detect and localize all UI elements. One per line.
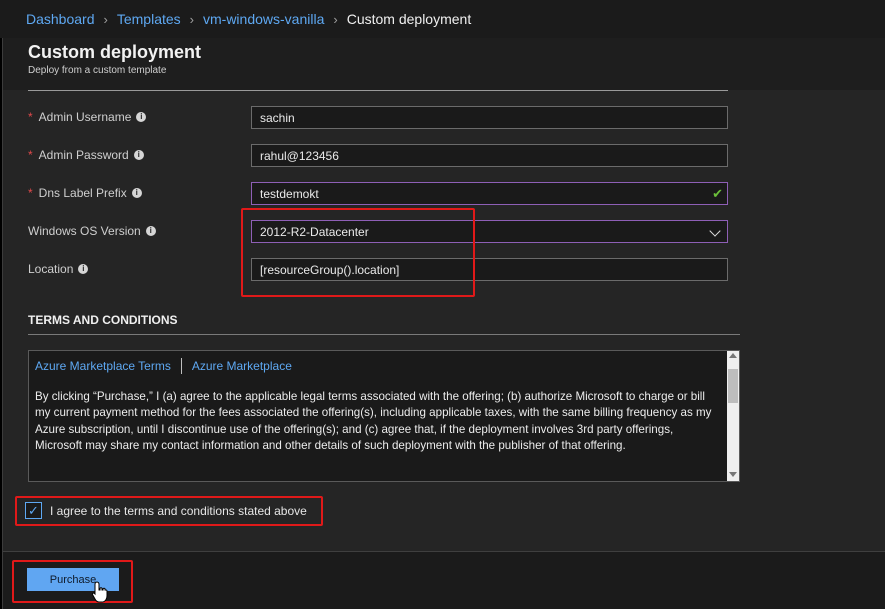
section-divider (28, 334, 740, 335)
scroll-up-arrow-icon[interactable] (729, 353, 737, 358)
chevron-right-icon: › (189, 11, 194, 27)
breadcrumb-current: Custom deployment (346, 11, 472, 27)
dns-label-prefix-input[interactable]: testdemokt ✔ (251, 182, 728, 205)
hand-cursor-icon (91, 581, 108, 603)
link-marketplace[interactable]: Azure Marketplace (192, 359, 292, 373)
chevron-right-icon: › (103, 11, 108, 27)
breadcrumb-dashboard[interactable]: Dashboard (26, 11, 95, 27)
info-icon[interactable]: i (136, 112, 147, 122)
scroll-thumb[interactable] (728, 369, 738, 403)
highlight-box-agree (15, 496, 323, 526)
windows-os-version-label-text: Windows OS Version (28, 224, 141, 238)
location-label: Location i (28, 262, 89, 276)
checkmark-icon: ✔ (712, 186, 723, 201)
required-marker: * (28, 110, 33, 124)
link-separator (180, 358, 182, 374)
dns-label-prefix-label: * Dns Label Prefix i (28, 186, 142, 200)
link-marketplace-terms[interactable]: Azure Marketplace Terms (35, 359, 171, 373)
chevron-right-icon: › (333, 11, 338, 27)
page-subtitle: Deploy from a custom template (28, 65, 167, 76)
breadcrumb-templates[interactable]: Templates (117, 11, 181, 27)
admin-password-value: rahul@123456 (260, 148, 339, 163)
admin-username-label: * Admin Username i (28, 110, 147, 124)
info-icon[interactable]: i (131, 188, 142, 198)
breadcrumb: Dashboard › Templates › vm-windows-vanil… (0, 0, 885, 38)
location-label-text: Location (28, 262, 74, 276)
admin-password-label: * Admin Password i (28, 148, 144, 162)
highlight-box-os-location (241, 208, 475, 297)
terms-box: Azure Marketplace Terms Azure Marketplac… (28, 350, 740, 482)
windows-os-version-label: Windows OS Version i (28, 224, 156, 238)
terms-links: Azure Marketplace Terms Azure Marketplac… (35, 358, 292, 374)
info-icon[interactable]: i (133, 150, 144, 160)
admin-password-label-text: Admin Password (38, 148, 129, 162)
required-marker: * (28, 148, 33, 162)
breadcrumb-template-name[interactable]: vm-windows-vanilla (203, 11, 324, 27)
blade-footer (3, 552, 885, 609)
dns-label-prefix-label-text: Dns Label Prefix (38, 186, 127, 200)
admin-password-input[interactable]: rahul@123456 (251, 144, 728, 167)
highlight-box-purchase (12, 560, 133, 603)
info-icon[interactable]: i (145, 226, 156, 236)
terms-heading: TERMS AND CONDITIONS (28, 313, 178, 327)
admin-username-value: sachin (260, 110, 295, 125)
terms-text: By clicking “Purchase,” I (a) agree to t… (35, 390, 712, 453)
dns-label-prefix-value: testdemokt (260, 186, 319, 201)
section-divider (28, 90, 728, 91)
custom-deployment-blade: Custom deployment Deploy from a custom t… (2, 38, 885, 609)
terms-scrollbar[interactable] (727, 351, 739, 481)
scroll-down-arrow-icon[interactable] (729, 472, 737, 477)
chevron-down-icon (709, 225, 721, 237)
admin-username-input[interactable]: sachin (251, 106, 728, 129)
blade-header: Custom deployment Deploy from a custom t… (3, 38, 885, 90)
page-title: Custom deployment (28, 42, 202, 62)
info-icon[interactable]: i (78, 264, 89, 274)
admin-username-label-text: Admin Username (38, 110, 132, 124)
required-marker: * (28, 186, 33, 200)
